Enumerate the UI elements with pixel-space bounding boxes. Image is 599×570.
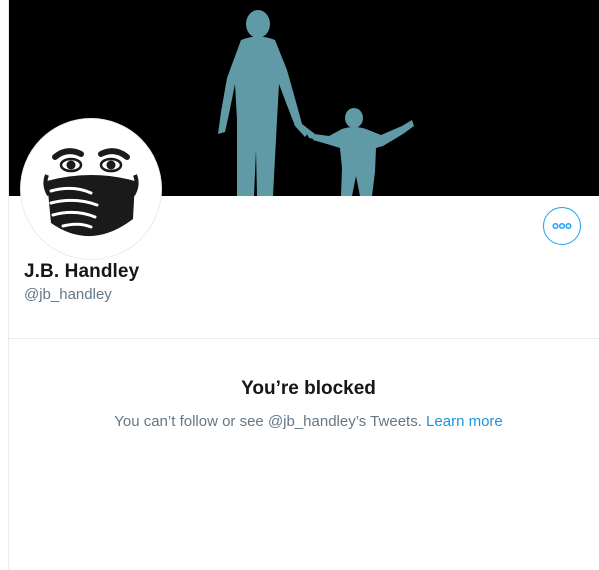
- masked-face-avatar-image: [21, 119, 161, 259]
- avatar[interactable]: [20, 118, 162, 260]
- blocked-title: You’re blocked: [241, 378, 376, 399]
- profile-handle: @jb_handley: [24, 286, 112, 303]
- blocked-message-text: You can’t follow or see @jb_handley’s Tw…: [114, 413, 422, 430]
- blocked-message: You can’t follow or see @jb_handley’s Tw…: [9, 413, 599, 430]
- more-options-button[interactable]: [543, 207, 581, 245]
- section-divider: [9, 338, 599, 339]
- more-horizontal-icon: [552, 222, 572, 230]
- profile-page: J.B. Handley @jb_handley You’re blocked …: [0, 0, 599, 570]
- learn-more-link[interactable]: Learn more: [426, 413, 503, 430]
- profile-display-name: J.B. Handley: [24, 261, 140, 282]
